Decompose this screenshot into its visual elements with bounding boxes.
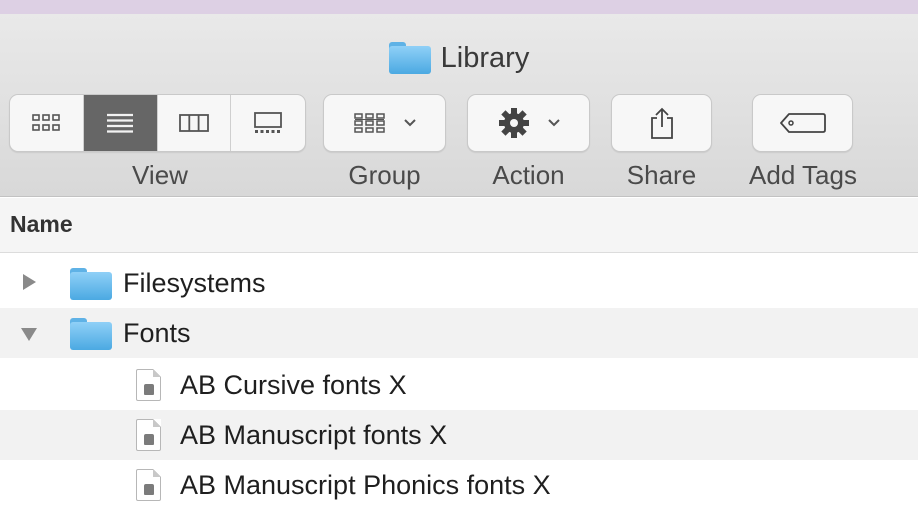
- font-document-icon: [136, 369, 161, 401]
- window-title: Library: [0, 40, 918, 76]
- gallery-icon: [254, 112, 283, 133]
- gallery-view-button[interactable]: [231, 95, 305, 151]
- view-label: View: [132, 160, 188, 190]
- item-name: AB Manuscript Phonics fonts X: [180, 470, 551, 500]
- item-name: Fonts: [123, 318, 191, 348]
- action-button[interactable]: [467, 94, 590, 152]
- folder-icon: [70, 268, 112, 300]
- share-icon: [650, 107, 673, 139]
- list-item[interactable]: Filesystems: [0, 258, 918, 308]
- group-grid-icon: [353, 113, 385, 133]
- list-view-button[interactable]: [83, 95, 158, 151]
- folder-icon: [70, 318, 112, 350]
- list-item[interactable]: AB Manuscript Phonics fonts X: [0, 460, 918, 510]
- add-tags-label: Add Tags: [749, 160, 857, 190]
- folder-icon: [388, 42, 431, 74]
- chevron-down-icon: [403, 119, 416, 127]
- list-icon: [107, 113, 134, 133]
- action-label: Action: [492, 160, 565, 190]
- list-item[interactable]: AB Cursive fonts X: [0, 360, 918, 410]
- list-item[interactable]: AB Manuscript fonts X: [0, 410, 918, 460]
- gear-icon: [498, 108, 529, 138]
- font-document-icon: [136, 419, 161, 451]
- disclosure-triangle-expanded-icon[interactable]: [21, 328, 37, 341]
- name-column-header[interactable]: Name: [0, 198, 918, 253]
- group-label: Group: [348, 160, 421, 190]
- tag-icon: [779, 113, 826, 133]
- group-button[interactable]: [323, 94, 446, 152]
- share-button[interactable]: [611, 94, 712, 152]
- column-view-button[interactable]: [158, 95, 232, 151]
- view-mode-selector[interactable]: [9, 94, 306, 152]
- grid-icon: [32, 114, 61, 131]
- window-toolbar: Library View Group Action Share Add Tags: [0, 14, 918, 197]
- add-tags-button[interactable]: [752, 94, 853, 152]
- name-column-label: Name: [10, 211, 73, 237]
- icon-view-button[interactable]: [10, 95, 84, 151]
- disclosure-triangle-collapsed-icon[interactable]: [23, 274, 36, 290]
- window-title-text: Library: [440, 41, 530, 74]
- item-name: Filesystems: [123, 268, 266, 298]
- list-item[interactable]: Fonts: [0, 308, 918, 358]
- chevron-down-icon: [547, 119, 560, 127]
- columns-icon: [178, 114, 209, 132]
- share-label: Share: [626, 160, 697, 190]
- font-document-icon: [136, 469, 161, 501]
- item-name: AB Manuscript fonts X: [180, 420, 448, 450]
- item-name: AB Cursive fonts X: [180, 370, 407, 400]
- window-top-edge: [0, 0, 918, 14]
